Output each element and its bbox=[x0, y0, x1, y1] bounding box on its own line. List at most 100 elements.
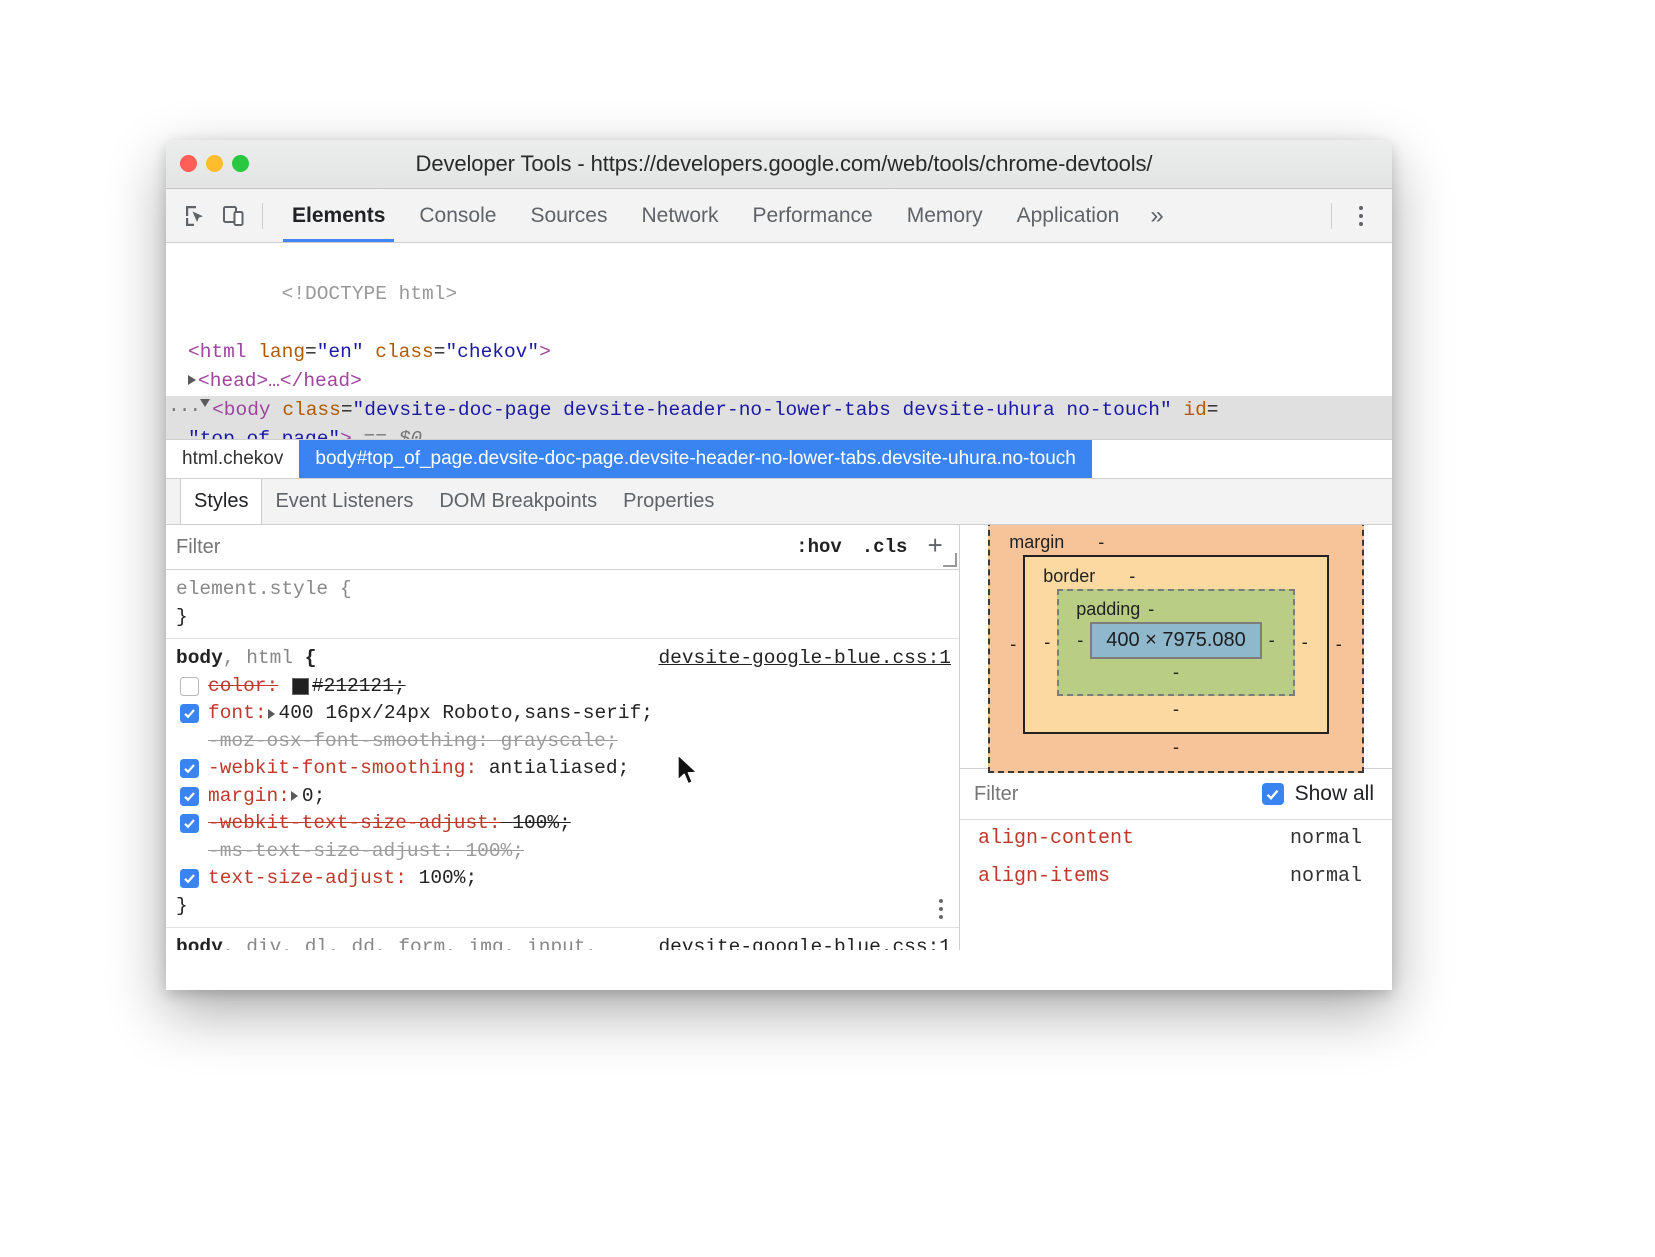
declaration-value[interactable]: #212121; bbox=[312, 673, 406, 701]
dom-line-head[interactable]: <head>…</head> bbox=[166, 367, 1392, 396]
dom-tree[interactable]: <!DOCTYPE html> <html lang="en" class="c… bbox=[166, 243, 1392, 439]
stylesheet-origin-link[interactable]: devsite-google-blue.css:1 bbox=[658, 645, 951, 673]
declaration-value[interactable]: 100%; bbox=[512, 810, 571, 838]
declaration-color[interactable]: color: #212121; bbox=[166, 673, 959, 701]
declaration-checkbox[interactable] bbox=[180, 869, 199, 888]
declaration-webkit-text-size-adjust[interactable]: -webkit-text-size-adjust: 100%; bbox=[166, 810, 959, 838]
tab-memory[interactable]: Memory bbox=[890, 189, 1000, 242]
computed-property-name[interactable]: align-content bbox=[978, 820, 1134, 858]
css-rule-element-style[interactable]: element.style { } bbox=[166, 570, 959, 639]
new-style-rule-button[interactable]: + bbox=[927, 534, 943, 560]
selector-body[interactable]: body bbox=[176, 645, 223, 673]
declaration-property[interactable]: text-size-adjust bbox=[208, 865, 395, 893]
padding-bottom-value[interactable]: - bbox=[1070, 662, 1282, 683]
declaration-value[interactable]: 0; bbox=[302, 783, 325, 811]
box-model-border-layer[interactable]: border- - padding- bbox=[1023, 555, 1329, 734]
box-model-margin-layer[interactable]: margin- - border- - bbox=[988, 525, 1364, 773]
expand-shorthand-triangle-icon[interactable] bbox=[268, 709, 275, 719]
computed-property-name[interactable]: align-items bbox=[978, 858, 1110, 896]
border-right-value[interactable]: - bbox=[1295, 632, 1315, 653]
tab-event-listeners[interactable]: Event Listeners bbox=[262, 479, 426, 524]
tab-performance[interactable]: Performance bbox=[736, 189, 890, 242]
computed-row[interactable]: align-items normal bbox=[960, 858, 1392, 896]
computed-filter-input[interactable]: Filter bbox=[974, 783, 1018, 806]
border-bottom-value[interactable]: - bbox=[1037, 699, 1315, 720]
border-top-value[interactable]: - bbox=[1129, 566, 1135, 587]
declaration-property[interactable]: -webkit-font-smoothing bbox=[208, 755, 465, 783]
dom-line-html[interactable]: <html lang="en" class="chekov"> bbox=[166, 338, 1392, 367]
declaration-margin[interactable]: margin:0; bbox=[166, 783, 959, 811]
selector-html[interactable]: , html bbox=[223, 645, 293, 673]
kebab-menu-icon[interactable] bbox=[1344, 198, 1378, 234]
device-toolbar-icon[interactable] bbox=[216, 198, 252, 234]
breadcrumb-item-body[interactable]: body#top_of_page.devsite-doc-page.devsit… bbox=[299, 440, 1091, 478]
collapse-body-triangle-icon[interactable] bbox=[200, 399, 210, 412]
selector-body[interactable]: body bbox=[176, 934, 223, 950]
declaration-font[interactable]: font:400 16px/24px Roboto,sans-serif; bbox=[166, 700, 959, 728]
collapsed-siblings-indicator[interactable]: ··· bbox=[166, 399, 200, 421]
declaration-webkit-font-smoothing[interactable]: -webkit-font-smoothing: antialiased; bbox=[166, 755, 959, 783]
margin-bottom-value[interactable]: - bbox=[1003, 737, 1349, 758]
tab-sources[interactable]: Sources bbox=[513, 189, 624, 242]
padding-top-value[interactable]: - bbox=[1148, 599, 1154, 620]
tab-network[interactable]: Network bbox=[624, 189, 735, 242]
declaration-value[interactable]: 100%; bbox=[419, 865, 478, 893]
tab-dom-breakpoints[interactable]: DOM Breakpoints bbox=[426, 479, 610, 524]
declaration-value[interactable]: 100%; bbox=[465, 838, 524, 866]
border-left-value[interactable]: - bbox=[1037, 632, 1057, 653]
declaration-checkbox[interactable] bbox=[180, 814, 199, 833]
declaration-property[interactable]: -moz-osx-font-smoothing bbox=[208, 728, 477, 756]
declaration-value[interactable]: 400 16px/24px Roboto,sans-serif; bbox=[279, 700, 653, 728]
margin-left-value[interactable]: - bbox=[1003, 634, 1023, 655]
styles-filter-input[interactable]: Filter bbox=[176, 536, 220, 559]
maximize-window-icon[interactable] bbox=[232, 155, 249, 172]
declaration-property[interactable]: -webkit-text-size-adjust bbox=[208, 810, 489, 838]
close-window-icon[interactable] bbox=[180, 155, 197, 172]
tab-elements[interactable]: Elements bbox=[275, 189, 402, 242]
declaration-ms-text-size-adjust[interactable]: -ms-text-size-adjust: 100%; bbox=[166, 838, 959, 866]
tab-application[interactable]: Application bbox=[1000, 189, 1137, 242]
tab-properties[interactable]: Properties bbox=[610, 479, 727, 524]
dom-line-body-wrap[interactable]: "top_of_page"> == $0 bbox=[166, 425, 1392, 439]
color-swatch-icon[interactable] bbox=[292, 678, 309, 695]
declaration-checkbox[interactable] bbox=[180, 759, 199, 778]
margin-top-value[interactable]: - bbox=[1098, 532, 1104, 553]
cls-toggle-button[interactable]: .cls bbox=[862, 536, 908, 558]
expand-shorthand-triangle-icon[interactable] bbox=[291, 791, 298, 801]
padding-right-value[interactable]: - bbox=[1262, 630, 1282, 651]
inspect-element-icon[interactable] bbox=[178, 198, 214, 234]
computed-row[interactable]: align-content normal bbox=[960, 820, 1392, 858]
box-model-content-size[interactable]: 400 × 7975.080 bbox=[1090, 622, 1262, 659]
css-rule-body-html[interactable]: body, html { devsite-google-blue.css:1 c… bbox=[166, 639, 959, 928]
tab-console[interactable]: Console bbox=[402, 189, 513, 242]
expand-head-triangle-icon[interactable] bbox=[188, 375, 196, 385]
declaration-property[interactable]: margin bbox=[208, 783, 278, 811]
computed-properties-list[interactable]: align-content normal align-items normal bbox=[960, 820, 1392, 950]
show-all-toggle[interactable]: Show all bbox=[1262, 782, 1374, 806]
declaration-property[interactable]: font bbox=[208, 700, 255, 728]
selector-element-style[interactable]: element.style bbox=[176, 576, 328, 604]
more-tabs-chevron-icon[interactable]: » bbox=[1136, 189, 1177, 242]
declaration-checkbox[interactable] bbox=[180, 704, 199, 723]
css-rule-body-div-dl[interactable]: body, div, dl, dd, form, img, input, dev… bbox=[166, 928, 959, 950]
selector-rest[interactable]: , div, dl, dd, form, img, input, bbox=[223, 934, 597, 950]
traffic-light-buttons[interactable] bbox=[180, 155, 249, 172]
pane-resize-grip[interactable] bbox=[943, 553, 957, 567]
declaration-moz-osx-font-smoothing[interactable]: -moz-osx-font-smoothing: grayscale; bbox=[166, 728, 959, 756]
tab-styles[interactable]: Styles bbox=[180, 479, 262, 524]
breadcrumb-item-html[interactable]: html.chekov bbox=[166, 440, 299, 478]
declaration-checkbox[interactable] bbox=[180, 787, 199, 806]
margin-right-value[interactable]: - bbox=[1329, 634, 1349, 655]
dom-line-body-selected[interactable]: ···<body class="devsite-doc-page devsite… bbox=[166, 396, 1392, 425]
declaration-value[interactable]: antialiased; bbox=[489, 755, 629, 783]
declaration-value[interactable]: grayscale; bbox=[501, 728, 618, 756]
stylesheet-origin-link[interactable]: devsite-google-blue.css:1 bbox=[658, 934, 951, 950]
hov-toggle-button[interactable]: :hov bbox=[796, 536, 842, 558]
declaration-checkbox[interactable] bbox=[180, 677, 199, 696]
declaration-property[interactable]: color bbox=[208, 673, 267, 701]
show-all-checkbox[interactable] bbox=[1262, 783, 1284, 805]
declaration-text-size-adjust[interactable]: text-size-adjust: 100%; bbox=[166, 865, 959, 893]
box-model-padding-layer[interactable]: padding- - 400 × 7975.080 - - bbox=[1057, 589, 1295, 696]
rule-overflow-menu-icon[interactable] bbox=[939, 899, 943, 919]
declaration-property[interactable]: -ms-text-size-adjust bbox=[208, 838, 442, 866]
